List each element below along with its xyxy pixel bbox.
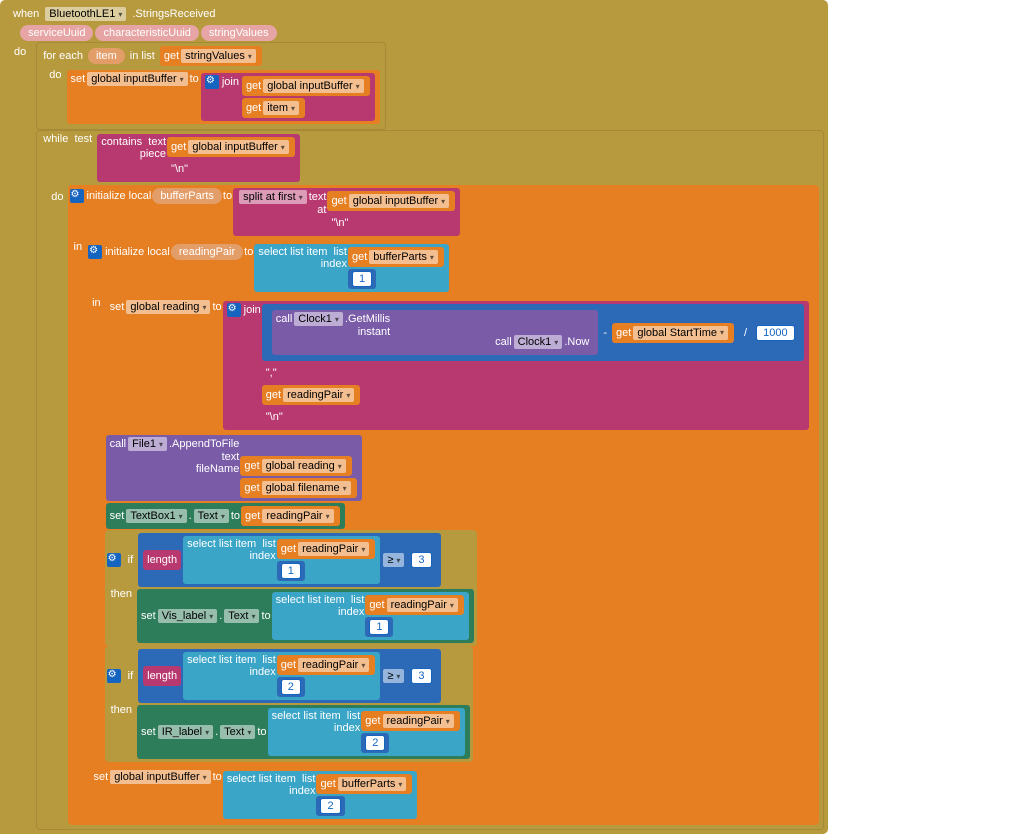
get-inputbuffer[interactable]: get global inputBuffer <box>242 76 370 96</box>
join-block-2[interactable]: join <box>223 301 809 430</box>
select-item-1[interactable]: select list item list index getbufferPar… <box>254 244 449 292</box>
init-readingpair[interactable]: initialize local readingPair to select l… <box>86 241 817 764</box>
split-block[interactable]: split at firsttext at get global inputBu… <box>233 188 460 236</box>
event-header: when BluetoothLE1 .StringsReceived <box>4 4 824 24</box>
foreach-var[interactable]: item <box>88 48 125 64</box>
while-block[interactable]: while test contains text piece get globa… <box>36 130 823 830</box>
set-inputbuffer[interactable]: set global inputBuffer to join get globa… <box>67 70 380 124</box>
get-bufferparts[interactable]: getbufferParts <box>348 247 444 267</box>
join-block[interactable]: join get global inputBuffer get item <box>201 73 375 121</box>
gte-2[interactable]: length select list item listindex getrea… <box>138 649 440 703</box>
gte-1[interactable]: length select list item listindex getrea… <box>138 533 440 587</box>
gte-op[interactable]: ≥ <box>383 553 404 567</box>
inlist-label: in list <box>126 50 159 62</box>
string-newline-2[interactable]: " \n " <box>327 213 352 233</box>
call-now[interactable]: callClock1.Now <box>491 332 593 352</box>
get-item[interactable]: get item <box>242 98 305 118</box>
get-reading[interactable]: getglobal reading <box>240 456 351 476</box>
get-readingpair-2[interactable]: getreadingPair <box>241 506 340 526</box>
do-body: do for each item in list get stringValue… <box>4 42 824 830</box>
component-dropdown[interactable]: BluetoothLE1 <box>45 7 126 21</box>
gte-op-2[interactable]: ≥ <box>383 669 404 683</box>
string-newline-3[interactable]: " \n " <box>262 407 287 427</box>
get-inputbuffer-2[interactable]: get global inputBuffer <box>167 137 295 157</box>
call-appendtofile[interactable]: callFile1.AppendToFile text fileName get… <box>106 435 362 501</box>
number-1000[interactable]: 1000 <box>752 323 798 343</box>
set-irlabel[interactable]: set IR_label. Text to select list item l… <box>137 705 470 759</box>
call-getmillis[interactable]: callClock1.GetMillis instant callClock1.… <box>272 310 599 355</box>
get-filename[interactable]: getglobal filename <box>240 478 356 498</box>
select-item-6[interactable]: select list item listindex getbufferPart… <box>223 771 418 819</box>
gear-icon[interactable] <box>107 553 121 567</box>
select-item-2[interactable]: select list item listindex getreadingPai… <box>183 536 380 584</box>
contains-block[interactable]: contains text piece get global inputBuff… <box>97 134 300 182</box>
set-textbox1[interactable]: set TextBox1. Text to getreadingPair <box>106 503 345 529</box>
number-1[interactable]: 1 <box>348 269 376 289</box>
event-block[interactable]: when BluetoothLE1 .StringsReceived servi… <box>0 0 828 834</box>
var-bufferparts[interactable]: bufferParts <box>152 188 222 204</box>
select-item-3[interactable]: select list item listindex getreadingPai… <box>272 592 469 640</box>
gear-icon[interactable] <box>107 669 121 683</box>
foreach-label: for each <box>39 50 87 62</box>
var-stringvalues[interactable]: stringValues <box>181 49 256 63</box>
in-label-2: in <box>88 297 105 309</box>
var-inputbuffer[interactable]: global inputBuffer <box>87 72 187 86</box>
init-bufferparts[interactable]: initialize local bufferParts to split at… <box>68 185 819 825</box>
do-label-2: do <box>47 185 67 203</box>
set-inputbuffer-2[interactable]: setglobal inputBufferto select list item… <box>90 768 816 822</box>
event-params: serviceUuid characteristicUuid stringVal… <box>4 24 824 42</box>
set-vislabel[interactable]: set Vis_label. Text to select list item … <box>137 589 474 643</box>
gear-icon[interactable] <box>88 245 102 259</box>
when-label: when <box>9 8 43 20</box>
foreach-block[interactable]: for each item in list get stringValues d… <box>36 42 385 130</box>
get-stringvalues[interactable]: get stringValues <box>160 46 262 66</box>
gear-icon[interactable] <box>205 75 219 89</box>
param-characteristicuuid[interactable]: characteristicUuid <box>95 25 198 41</box>
string-newline[interactable]: " \n " <box>167 159 192 179</box>
gear-icon[interactable] <box>70 189 84 203</box>
length-1[interactable]: length <box>143 550 181 570</box>
math-sub[interactable]: callClock1.GetMillis instant callClock1.… <box>267 307 739 358</box>
set-reading[interactable]: setglobal readingto join <box>106 298 814 433</box>
do-label-inner: do <box>45 69 65 81</box>
div-op: / <box>740 327 751 339</box>
get-starttime[interactable]: getglobal StartTime <box>612 323 734 343</box>
string-comma[interactable]: " , " <box>262 363 281 383</box>
event-method: .StringsReceived <box>128 8 219 20</box>
if-block-2[interactable]: if length select list item listindex <box>105 646 473 762</box>
param-stringvalues[interactable]: stringValues <box>201 25 277 41</box>
if-block-1[interactable]: if length select list item listindex <box>105 530 477 646</box>
get-inputbuffer-3[interactable]: get global inputBuffer <box>327 191 455 211</box>
do-label: do <box>4 42 36 62</box>
get-readingpair[interactable]: getreadingPair <box>262 385 361 405</box>
select-item-4[interactable]: select list item listindex getreadingPai… <box>183 652 380 700</box>
param-serviceuuid[interactable]: serviceUuid <box>20 25 93 41</box>
in-label: in <box>70 241 87 253</box>
length-2[interactable]: length <box>143 666 181 686</box>
var-readingpair[interactable]: readingPair <box>171 244 243 260</box>
select-item-5[interactable]: select list item listindex getreadingPai… <box>268 708 465 756</box>
gear-icon[interactable] <box>227 303 241 317</box>
math-expr[interactable]: callClock1.GetMillis instant callClock1.… <box>262 304 804 361</box>
minus-op: - <box>599 327 611 339</box>
